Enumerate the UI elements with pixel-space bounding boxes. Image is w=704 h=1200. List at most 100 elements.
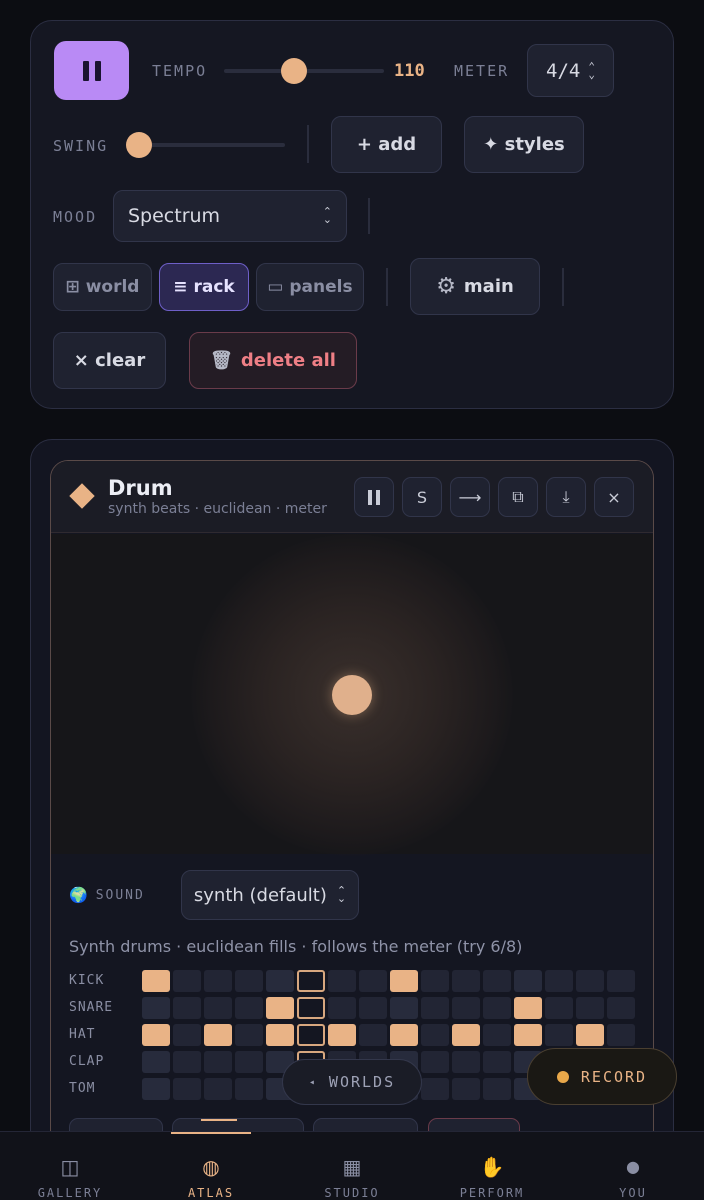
step-cell[interactable] [204, 1051, 232, 1073]
step-cell[interactable] [514, 1024, 542, 1046]
sound-select[interactable]: synth (default) ⌃ ⌄ [181, 870, 359, 920]
step-cell[interactable] [173, 970, 201, 992]
tempo-label: TEMPO [152, 62, 208, 80]
step-cell[interactable] [576, 997, 604, 1019]
panels-view-button[interactable]: ▭ panels [256, 263, 364, 311]
nav-atlas[interactable]: ◍ ATLAS [141, 1132, 281, 1200]
track-row-kick: KICK [69, 970, 637, 992]
record-label: RECORD [580, 1067, 648, 1086]
step-cell[interactable] [390, 1024, 418, 1046]
step-cell[interactable] [235, 1051, 263, 1073]
step-cell[interactable] [359, 970, 387, 992]
step-cell[interactable] [545, 997, 573, 1019]
nav-perform[interactable]: ✋ PERFORM [422, 1132, 562, 1200]
step-cell[interactable] [483, 997, 511, 1019]
step-cell[interactable] [576, 1024, 604, 1046]
swing-slider-thumb[interactable] [125, 132, 152, 158]
worlds-button[interactable]: ◂ WORLDS [282, 1059, 422, 1105]
transport-panel: TEMPO 110 METER 4/4 ⌃ ⌄ SWING + add ✦ sty… [30, 20, 674, 409]
step-cell[interactable] [421, 997, 449, 1019]
tempo-slider-thumb[interactable] [281, 58, 308, 84]
step-cell[interactable] [297, 1024, 325, 1046]
main-button[interactable]: ⚙ main [410, 258, 540, 315]
step-cell[interactable] [576, 970, 604, 992]
step-cell[interactable] [266, 970, 294, 992]
swing-label: SWING [53, 137, 109, 155]
step-cell[interactable] [390, 970, 418, 992]
world-view-button[interactable]: ⊞ world [53, 263, 152, 311]
step-cell[interactable] [483, 1024, 511, 1046]
step-cell[interactable] [266, 1024, 294, 1046]
duplicate-icon[interactable]: ⧉ [498, 477, 538, 517]
step-cell[interactable] [235, 1024, 263, 1046]
meter-select[interactable]: 4/4 ⌃ ⌄ [527, 44, 614, 97]
step-cell[interactable] [204, 1024, 232, 1046]
step-cell[interactable] [142, 1024, 170, 1046]
download-icon[interactable]: ⤓ [546, 477, 586, 517]
step-cell[interactable] [173, 1024, 201, 1046]
record-dot-icon [556, 1070, 569, 1083]
nav-studio[interactable]: ▦ STUDIO [282, 1132, 422, 1200]
step-cell[interactable] [297, 970, 325, 992]
step-cell[interactable] [359, 1024, 387, 1046]
step-cell[interactable] [514, 997, 542, 1019]
mood-select[interactable]: Spectrum ⌃ ⌄ [113, 190, 347, 242]
step-cell[interactable] [142, 1051, 170, 1073]
delete-all-button[interactable]: 🗑 delete all [189, 332, 357, 389]
step-cell[interactable] [204, 997, 232, 1019]
step-cell[interactable] [452, 1024, 480, 1046]
step-cell[interactable] [235, 970, 263, 992]
step-cell[interactable] [514, 970, 542, 992]
step-cell[interactable] [483, 1078, 511, 1100]
step-cell[interactable] [235, 1078, 263, 1100]
step-cell[interactable] [452, 970, 480, 992]
solo-button[interactable]: S [402, 477, 442, 517]
step-cell[interactable] [483, 1051, 511, 1073]
close-icon[interactable]: × [594, 477, 634, 517]
step-cell[interactable] [328, 1024, 356, 1046]
step-cell[interactable] [173, 1051, 201, 1073]
trash-icon: 🗑 [210, 350, 233, 371]
step-cell[interactable] [421, 1078, 449, 1100]
step-cell[interactable] [204, 970, 232, 992]
step-cell[interactable] [421, 1051, 449, 1073]
step-cell[interactable] [142, 970, 170, 992]
step-cell[interactable] [142, 1078, 170, 1100]
step-cell[interactable] [421, 970, 449, 992]
step-cell[interactable] [204, 1078, 232, 1100]
step-cell[interactable] [452, 1051, 480, 1073]
step-cell[interactable] [607, 997, 635, 1019]
step-cell[interactable] [452, 1078, 480, 1100]
step-cell[interactable] [328, 997, 356, 1019]
step-cell[interactable] [421, 1024, 449, 1046]
nav-you[interactable]: ● YOU [563, 1132, 703, 1200]
step-cell[interactable] [545, 970, 573, 992]
nav-gallery[interactable]: ◫ GALLERY [0, 1132, 140, 1200]
record-button[interactable]: RECORD [527, 1048, 677, 1105]
step-cell[interactable] [297, 997, 325, 1019]
sound-label: SOUND [95, 887, 145, 903]
add-button[interactable]: + add [331, 116, 442, 173]
pause-button[interactable] [54, 41, 129, 100]
step-cell[interactable] [607, 970, 635, 992]
swing-slider[interactable] [131, 143, 285, 147]
step-cell[interactable] [452, 997, 480, 1019]
step-cell[interactable] [235, 997, 263, 1019]
clear-button[interactable]: × clear [53, 332, 166, 389]
step-cell[interactable] [328, 970, 356, 992]
step-cell[interactable] [483, 970, 511, 992]
step-cell[interactable] [173, 1078, 201, 1100]
step-cell[interactable] [545, 1024, 573, 1046]
step-cell[interactable] [142, 997, 170, 1019]
pause-icon [368, 489, 380, 505]
step-cell[interactable] [607, 1024, 635, 1046]
step-cell[interactable] [173, 997, 201, 1019]
step-cell[interactable] [359, 997, 387, 1019]
route-arrow-icon[interactable]: ⟶ [450, 477, 490, 517]
rack-view-button[interactable]: ≡ rack [159, 263, 249, 311]
drum-visualizer[interactable] [51, 534, 653, 856]
styles-button[interactable]: ✦ styles [464, 116, 584, 173]
step-cell[interactable] [390, 997, 418, 1019]
module-pause-button[interactable] [354, 477, 394, 517]
step-cell[interactable] [266, 997, 294, 1019]
